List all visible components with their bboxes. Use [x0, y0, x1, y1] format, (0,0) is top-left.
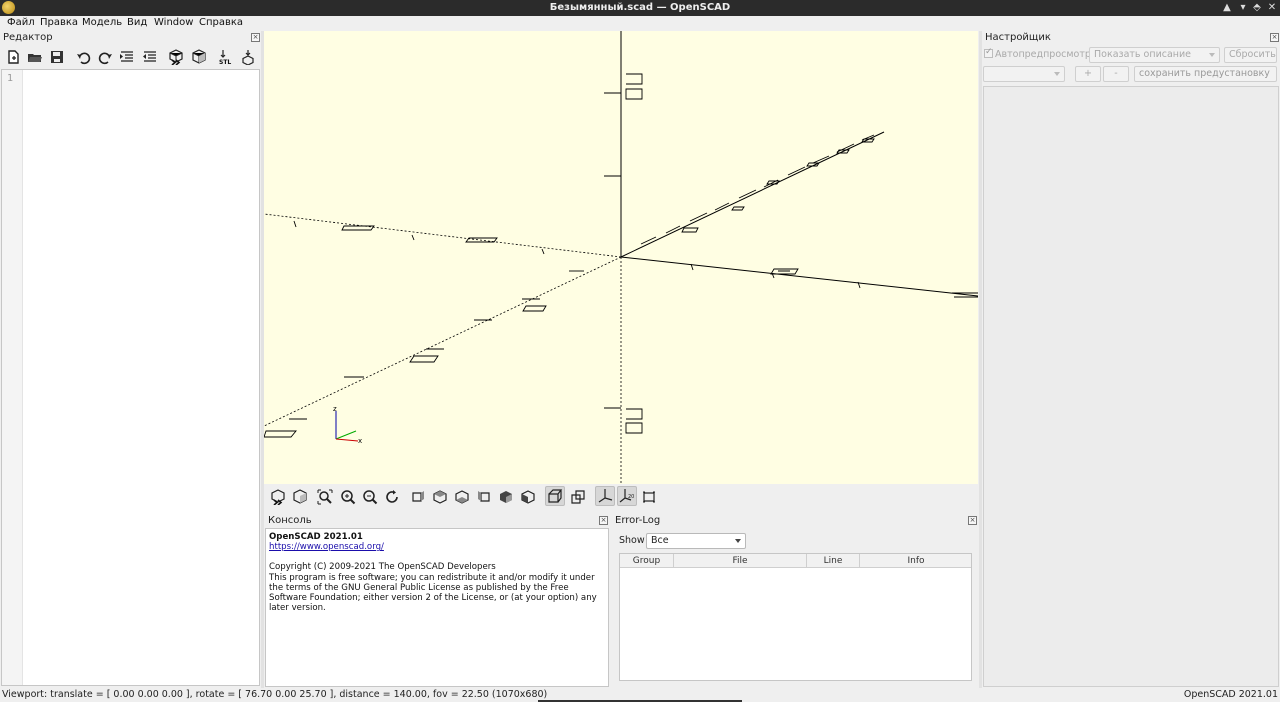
zoom-in-icon[interactable]	[338, 487, 358, 507]
menu-window[interactable]: Window	[154, 17, 193, 28]
line-number: 1	[7, 73, 14, 84]
description-select[interactable]: Показать описание	[1089, 47, 1220, 63]
dropdown-arrow-icon	[1209, 53, 1215, 57]
svg-text:20: 20	[628, 494, 634, 500]
error-log-table[interactable]: Group File Line Info	[619, 553, 972, 681]
menu-view[interactable]: Вид	[127, 17, 147, 28]
redo-icon[interactable]	[95, 47, 115, 67]
code-editor[interactable]: 1	[1, 69, 260, 686]
x-axis-negative	[264, 213, 622, 258]
y-axis-negative	[264, 256, 622, 427]
show-scale-icon[interactable]: 20	[617, 486, 637, 506]
3d-viewport[interactable]: z x	[264, 31, 978, 484]
column-header-file[interactable]: File	[674, 554, 807, 568]
menu-help[interactable]: Справка	[199, 17, 243, 28]
view-right-icon[interactable]	[408, 487, 428, 507]
save-preset-button[interactable]: сохранить предустановку	[1134, 66, 1277, 82]
render-icon[interactable]	[189, 47, 209, 67]
show-edges-icon[interactable]	[639, 487, 659, 507]
line-number-gutter: 1	[2, 70, 23, 685]
view-left-icon[interactable]	[474, 487, 494, 507]
dropdown-arrow-icon	[735, 539, 741, 543]
console-url-link[interactable]: https://www.openscad.org/	[269, 542, 605, 552]
svg-text:STL: STL	[219, 59, 231, 65]
customizer-parameters-area	[983, 86, 1279, 687]
add-preset-button[interactable]: +	[1075, 66, 1101, 82]
render-icon[interactable]	[290, 487, 310, 507]
editor-close-icon[interactable]: ×	[251, 33, 260, 42]
view-bottom-icon[interactable]	[452, 487, 472, 507]
status-version: OpenSCAD 2021.01	[1183, 689, 1278, 700]
indent-icon[interactable]	[117, 47, 137, 67]
console-output[interactable]: OpenSCAD 2021.01 https://www.openscad.or…	[265, 528, 609, 687]
window-titlebar: Безымянный.scad — OpenSCAD ▲ ▾ ⬘ ✕	[0, 0, 1280, 16]
show-axes-icon[interactable]	[595, 486, 615, 506]
remove-preset-button[interactable]: -	[1103, 66, 1129, 82]
column-header-info[interactable]: Info	[860, 554, 972, 568]
current-line-highlight	[24, 72, 259, 85]
y-axis-positive	[620, 131, 885, 258]
error-log-close-icon[interactable]: ×	[968, 516, 977, 525]
axis-label-x: x	[358, 437, 362, 445]
close-window-icon[interactable]: ✕	[1265, 1, 1279, 15]
x-axis-positive	[620, 256, 978, 297]
open-file-icon[interactable]	[25, 47, 45, 67]
view-front-icon[interactable]	[496, 487, 516, 507]
maximize-icon[interactable]: ⬘	[1250, 1, 1264, 15]
menu-design[interactable]: Модель	[82, 17, 122, 28]
new-file-icon[interactable]	[3, 47, 23, 67]
zoom-all-icon[interactable]	[315, 487, 335, 507]
column-header-line[interactable]: Line	[807, 554, 860, 568]
column-header-group[interactable]: Group	[620, 554, 674, 568]
view-toolbar: 20	[264, 486, 978, 508]
editor-toolbar: STL	[0, 45, 262, 69]
customizer-panel-title: Настройщик	[985, 32, 1051, 43]
view-top-icon[interactable]	[430, 487, 450, 507]
save-icon[interactable]	[47, 47, 67, 67]
axes-drawing: z x	[264, 31, 978, 484]
console-panel-title: Консоль	[268, 515, 312, 526]
reset-view-icon[interactable]	[382, 487, 402, 507]
perspective-icon[interactable]	[545, 486, 565, 506]
preview-icon[interactable]	[166, 47, 186, 67]
auto-preview-checkbox[interactable]	[984, 47, 993, 58]
minimize-icon[interactable]: ▾	[1236, 1, 1250, 15]
customizer-panel: Автопредпросмотр Показать описание Сброс…	[983, 45, 1280, 688]
view-back-icon[interactable]	[518, 487, 538, 507]
send-to-print-icon[interactable]	[238, 47, 258, 67]
error-log-show-label: Show	[619, 535, 645, 546]
zoom-out-icon[interactable]	[360, 487, 380, 507]
customizer-splitter[interactable]	[979, 31, 982, 688]
keep-above-icon[interactable]: ▲	[1220, 1, 1234, 15]
menu-edit[interactable]: Правка	[40, 17, 78, 28]
error-log-filter-select[interactable]: Все	[646, 533, 746, 549]
orthogonal-icon[interactable]	[568, 487, 588, 507]
dropdown-arrow-icon	[1054, 72, 1060, 76]
editor-panel-title: Редактор	[3, 32, 53, 43]
console-copyright: Copyright (C) 2009-2021 The OpenSCAD Dev…	[269, 562, 496, 573]
menu-bar: Файл Правка Модель Вид Window Справка	[0, 16, 1280, 31]
console-close-icon[interactable]: ×	[599, 516, 608, 525]
error-log-filter-value: Все	[651, 535, 669, 546]
error-log-header: Group File Line Info	[620, 554, 971, 568]
preset-select[interactable]	[983, 66, 1065, 82]
axis-label-z: z	[333, 405, 337, 413]
console-license: This program is free software; you can r…	[269, 572, 597, 614]
console-version: OpenSCAD 2021.01	[269, 532, 363, 542]
description-select-value: Показать описание	[1094, 49, 1192, 60]
viewport-info: Viewport: translate = [ 0.00 0.00 0.00 ]…	[2, 689, 548, 700]
export-stl-icon[interactable]: STL	[216, 47, 236, 67]
auto-preview-label: Автопредпросмотр	[995, 49, 1091, 60]
reset-button[interactable]: Сбросить	[1224, 47, 1277, 63]
menu-file[interactable]: Файл	[7, 17, 35, 28]
customizer-close-icon[interactable]: ×	[1270, 33, 1279, 42]
unindent-icon[interactable]	[140, 47, 160, 67]
undo-icon[interactable]	[74, 47, 94, 67]
error-log-panel-title: Error-Log	[615, 515, 661, 526]
preview-icon[interactable]	[268, 487, 288, 507]
window-title: Безымянный.scad — OpenSCAD	[549, 2, 731, 13]
status-bar: Viewport: translate = [ 0.00 0.00 0.00 ]…	[0, 688, 1280, 702]
